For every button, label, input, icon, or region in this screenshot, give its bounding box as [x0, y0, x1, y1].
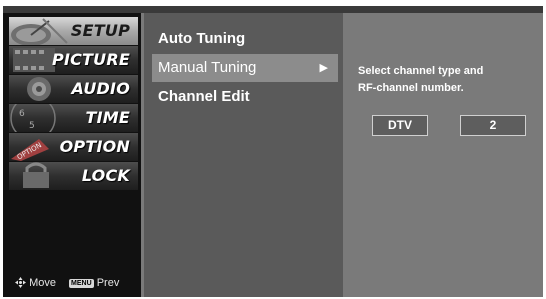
menu-item-audio[interactable]: AUDIO: [9, 75, 138, 103]
submenu-item-label: Auto Tuning: [158, 30, 246, 47]
menu-item-label: AUDIO: [71, 79, 130, 98]
submenu-item-manual-tuning[interactable]: Manual Tuning ▶: [152, 54, 338, 82]
submenu-item-label: Channel Edit: [158, 88, 250, 105]
setup-submenu: Auto Tuning Manual Tuning ▶ Channel Edit: [144, 13, 343, 297]
prev-label: Prev: [96, 277, 120, 289]
menu-item-picture[interactable]: PICTURE: [9, 46, 138, 74]
clock-icon: 6 5: [10, 104, 56, 132]
menu-item-label: TIME: [85, 108, 130, 127]
menu-item-label: SETUP: [70, 21, 130, 40]
submenu-item-auto-tuning[interactable]: Auto Tuning: [152, 25, 338, 53]
main-menu: SETUP PICTURE AUDIO 6 5 TIME OPTION OPTI…: [3, 13, 141, 297]
svg-text:6: 6: [19, 109, 25, 119]
instruction-text: Select channel type and RF-channel numbe…: [358, 63, 483, 97]
menu-item-option[interactable]: OPTION OPTION: [9, 133, 138, 161]
menu-item-label: LOCK: [81, 166, 130, 185]
chevron-right-icon: ▶: [319, 62, 328, 74]
menu-key-icon: MENU: [69, 279, 94, 288]
menu-item-setup[interactable]: SETUP: [9, 17, 138, 45]
svg-text:5: 5: [29, 121, 35, 131]
navigation-hint: Move MENU Prev: [15, 277, 119, 289]
menu-item-label: OPTION: [59, 137, 130, 156]
move-label: Move: [29, 277, 56, 289]
menu-item-label: PICTURE: [52, 50, 130, 69]
instruction-line-1: Select channel type and: [358, 65, 484, 77]
submenu-item-channel-edit[interactable]: Channel Edit: [152, 83, 338, 111]
menu-item-time[interactable]: 6 5 TIME: [9, 104, 138, 132]
padlock-icon: [23, 162, 49, 188]
submenu-item-label: Manual Tuning: [158, 59, 257, 76]
rf-channel-field[interactable]: 2: [460, 115, 526, 136]
channel-type-field[interactable]: DTV: [372, 115, 428, 136]
manual-tuning-panel: Select channel type and RF-channel numbe…: [346, 13, 543, 297]
menu-item-lock[interactable]: LOCK: [9, 162, 138, 190]
instruction-line-2: RF-channel number.: [358, 82, 464, 94]
move-arrows-icon: [15, 277, 26, 288]
top-bar: [3, 6, 543, 13]
